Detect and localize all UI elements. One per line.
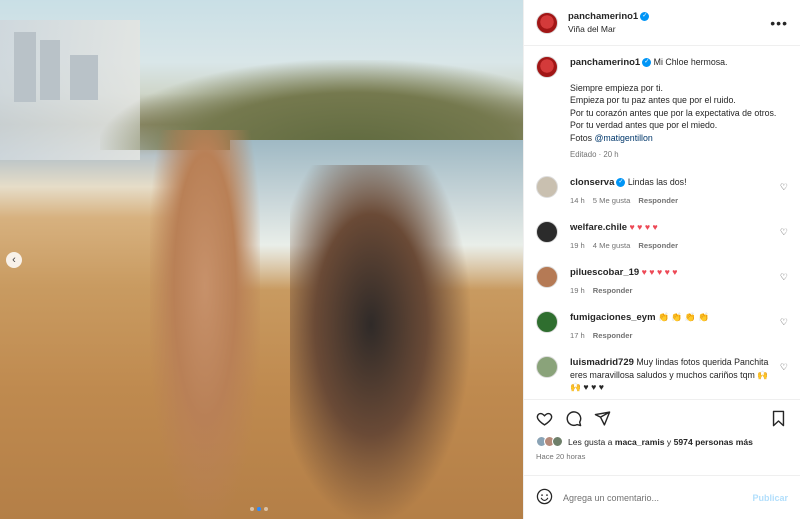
emoji-icon[interactable] — [536, 488, 553, 507]
likes-middle: y — [666, 436, 672, 447]
reply-button[interactable]: Responder — [593, 286, 633, 295]
post-sidebar: panchamerino1 ✓ Viña del Mar ••• panchame… — [523, 0, 800, 519]
previous-photo-button[interactable]: ‹ — [6, 252, 22, 268]
caption-username[interactable]: panchamerino1 — [570, 57, 640, 68]
more-horizontal-icon[interactable]: ••• — [770, 15, 788, 31]
like-comment-heart-icon[interactable]: ♡ — [780, 317, 788, 328]
comment-avatar[interactable] — [536, 310, 558, 333]
verified-badge-icon: ✓ — [640, 12, 650, 22]
author-username[interactable]: panchamerino1 — [568, 11, 638, 22]
woman-figure — [150, 130, 260, 519]
publish-button[interactable]: Publicar — [752, 493, 788, 503]
verified-badge-icon: ✓ — [642, 58, 652, 68]
comment-item: fumigaciones_eym 👏 👏 👏 👏 17 h Responder ♡ — [536, 310, 788, 342]
likes-summary: Les gusta a maca_ramis y 5974 personas m… — [536, 436, 788, 447]
building — [14, 32, 36, 102]
comment-avatar[interactable] — [536, 265, 558, 288]
like-comment-heart-icon[interactable]: ♡ — [780, 182, 788, 193]
chevron-left-icon: ‹ — [12, 254, 16, 266]
reply-button[interactable]: Responder — [593, 331, 633, 340]
likes-count[interactable]: 5974 personas más — [674, 437, 753, 447]
carousel-dots — [250, 507, 268, 511]
comment-text: Lindas las dos! — [627, 176, 687, 187]
likes-user[interactable]: maca_ramis — [615, 437, 665, 447]
comment-avatar[interactable] — [536, 355, 558, 378]
post-location[interactable]: Viña del Mar — [568, 24, 770, 34]
building — [70, 55, 98, 100]
comment-input[interactable]: Agrega un comentario... — [563, 493, 752, 503]
post-photo[interactable]: ‹ — [0, 0, 523, 519]
caption-avatar[interactable] — [536, 56, 558, 78]
comment-username[interactable]: fumigaciones_eym — [570, 312, 656, 323]
carousel-dot — [264, 507, 268, 511]
caption-mention[interactable]: @matigentillon — [594, 133, 652, 143]
comment-item: clonserva ✓ Lindas las dos! 14 h 5 Me gust… — [536, 175, 788, 207]
comment-avatar[interactable] — [536, 220, 558, 243]
comment-avatar[interactable] — [536, 175, 558, 198]
share-icon[interactable] — [594, 410, 611, 429]
comment-username[interactable]: piluescobar_19 — [570, 267, 639, 278]
reply-button[interactable]: Responder — [638, 196, 678, 205]
comment-username[interactable]: clonserva — [570, 177, 614, 188]
comment-time: 17 h — [570, 330, 585, 340]
post-header: panchamerino1 ✓ Viña del Mar ••• — [524, 0, 800, 46]
comment-time: 14 h — [570, 195, 585, 205]
comment-item: luismadrid729 Muy lindas fotos querida P… — [536, 355, 788, 393]
bookmark-icon[interactable] — [771, 410, 786, 429]
post-caption: panchamerino1 ✓ Mi Chloe hermosa. Siempre… — [536, 56, 788, 162]
comment-username[interactable]: luismadrid729 — [570, 357, 634, 368]
comments-section: panchamerino1 ✓ Mi Chloe hermosa. Siempre… — [524, 46, 800, 399]
heart-icon[interactable] — [536, 410, 553, 429]
add-comment-bar: Agrega un comentario... Publicar — [524, 475, 800, 519]
post-time: Hace 20 horas — [536, 452, 586, 461]
liker-avatars — [536, 436, 563, 447]
comment-username[interactable]: welfare.chile — [570, 222, 627, 233]
comment-likes[interactable]: 5 Me gusta — [593, 196, 631, 205]
author-avatar[interactable] — [536, 11, 558, 34]
caption-meta: Editado · 20 h — [570, 150, 619, 159]
comment-item: piluescobar_19 ♥ ♥ ♥ ♥ ♥ 19 h Responder ♡ — [536, 265, 788, 297]
comment-emoji: ♥ ♥ ♥ ♥ — [629, 221, 658, 232]
post-actions: Les gusta a maca_ramis y 5974 personas m… — [524, 399, 800, 461]
reply-button[interactable]: Responder — [638, 241, 678, 250]
likes-prefix: Les gusta a — [568, 436, 613, 447]
girl-figure — [290, 165, 470, 519]
comment-time: 19 h — [570, 285, 585, 295]
comment-item: welfare.chile ♥ ♥ ♥ ♥ 19 h 4 Me gusta Resp… — [536, 220, 788, 252]
building — [40, 40, 60, 100]
comment-likes[interactable]: 4 Me gusta — [593, 241, 631, 250]
like-comment-heart-icon[interactable]: ♡ — [780, 272, 788, 283]
comment-emoji: 👏 👏 👏 👏 — [658, 311, 710, 322]
carousel-dot-active — [257, 507, 261, 511]
comment-emoji: ♥ ♥ ♥ ♥ ♥ — [641, 266, 678, 277]
liker-avatar — [552, 436, 563, 447]
like-comment-heart-icon[interactable]: ♡ — [780, 362, 788, 373]
like-comment-heart-icon[interactable]: ♡ — [780, 227, 788, 238]
caption-first-line: Mi Chloe hermosa. — [653, 57, 728, 67]
verified-badge-icon: ✓ — [616, 177, 626, 187]
comment-time: 19 h — [570, 240, 585, 250]
carousel-dot — [250, 507, 254, 511]
comment-icon[interactable] — [565, 410, 582, 429]
